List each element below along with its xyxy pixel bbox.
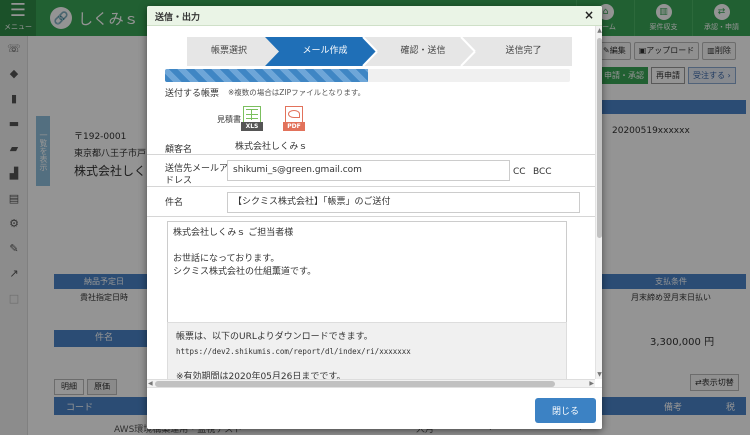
dialog-header: 送信・出力 × xyxy=(147,6,602,26)
close-button[interactable]: 閉じる xyxy=(535,398,596,423)
cc-toggle[interactable]: CC xyxy=(513,167,526,177)
step-select-form: 帳票選択 xyxy=(210,46,247,56)
scroll-up-icon[interactable]: ▲ xyxy=(596,27,602,34)
step-create-mail: メール作成 xyxy=(302,46,348,56)
subject-input[interactable]: 【シクミス株式会社】「帳票」のご送付 xyxy=(227,192,580,213)
scroll-down-icon[interactable]: ▼ xyxy=(596,371,602,378)
file-title: 見積書 xyxy=(217,115,241,124)
send-form-label: 送付する帳票 xyxy=(165,89,220,99)
step-confirm-send: 確認・送信 xyxy=(400,46,446,56)
client-name: 株式会社しくみｓ xyxy=(235,142,308,152)
divider-3 xyxy=(147,216,595,217)
progress-fill xyxy=(165,69,368,82)
xls-grid xyxy=(246,109,258,120)
step-send-complete: 送信完了 xyxy=(505,46,542,56)
download-info: 帳票は、以下のURLよりダウンロードできます。 https://dev2.shi… xyxy=(167,322,567,382)
horizontal-scrollbar[interactable]: ◀ ▶ xyxy=(147,379,595,387)
bcc-toggle[interactable]: BCC xyxy=(533,167,552,177)
download-text: 帳票は、以下のURLよりダウンロードできます。 xyxy=(176,332,373,342)
divider-1 xyxy=(147,154,595,155)
vertical-scrollbar[interactable]: ▲ ▼ xyxy=(595,26,602,379)
dialog-title: 送信・出力 xyxy=(155,13,201,23)
xls-file-icon[interactable]: XLS xyxy=(241,106,263,136)
send-output-dialog: 送信・出力 × 帳票選択 メール作成 確認・送信 送信完了 送付する帳票 ※複数… xyxy=(147,6,602,429)
vertical-scroll-thumb[interactable] xyxy=(597,38,602,238)
body-line: シクミス株式会社の仕組薫道です。 xyxy=(173,267,317,277)
xls-tag: XLS xyxy=(241,122,263,131)
pdf-file-icon[interactable]: PDF xyxy=(283,106,305,136)
dialog-footer: 閉じる xyxy=(147,387,602,429)
body-line xyxy=(173,240,561,253)
download-url: https://dev2.shikumis.com/report/dl/inde… xyxy=(176,347,411,356)
pdf-tag: PDF xyxy=(283,122,305,131)
body-line: お世話になっております。 xyxy=(173,254,280,264)
close-icon[interactable]: × xyxy=(582,7,596,23)
divider-2 xyxy=(147,186,595,187)
subject-label: 件名 xyxy=(165,198,184,208)
progress-bar xyxy=(165,69,570,82)
pdf-symbol xyxy=(288,110,300,118)
wizard-steps: 帳票選択 メール作成 確認・送信 送信完了 xyxy=(187,37,572,66)
mail-body-textarea[interactable]: 株式会社しくみｓ ご担当者様 お世話になっております。 シクミス株式会社の仕組薫… xyxy=(167,221,567,323)
body-line: 株式会社しくみｓ ご担当者様 xyxy=(173,228,294,238)
to-address-input[interactable]: shikumi_s@green.gmail.com xyxy=(227,160,510,181)
send-form-note: ※複数の場合はZIPファイルとなります。 xyxy=(228,88,366,97)
